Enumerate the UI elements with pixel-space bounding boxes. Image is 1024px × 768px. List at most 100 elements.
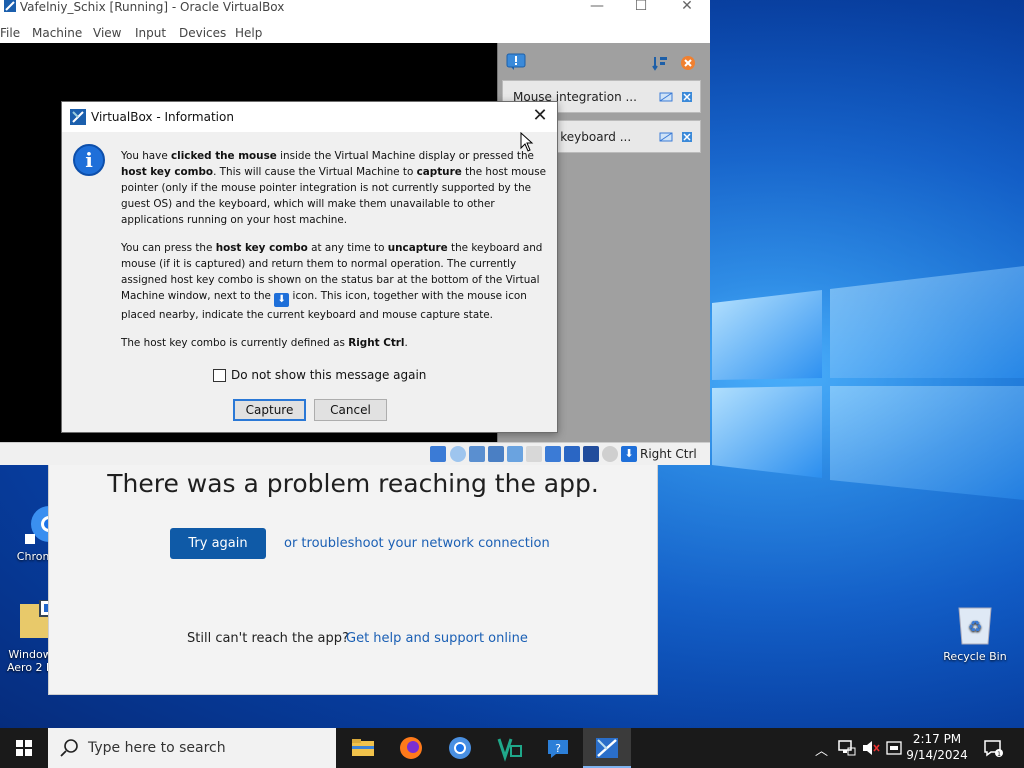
cancel-button[interactable]: Cancel <box>314 399 387 421</box>
action-center-icon[interactable]: 1 <box>983 739 1003 757</box>
message-paragraph-2: You can press the host key combo at any … <box>121 240 549 323</box>
network-icon[interactable] <box>488 446 504 462</box>
desktop-icon-recycle-bin[interactable]: ♻ Recycle Bin <box>940 602 1010 663</box>
optical-drive-icon[interactable] <box>450 446 466 462</box>
shared-folders-icon[interactable] <box>526 446 542 462</box>
firefox-icon <box>400 737 422 759</box>
do-not-show-icon[interactable] <box>659 91 673 103</box>
help-chat-icon: ? <box>548 740 568 758</box>
taskbar-file-explorer[interactable] <box>338 728 386 768</box>
desktop-icon-label: Recycle Bin <box>943 650 1007 663</box>
info-icon: i <box>73 144 105 176</box>
display-icon[interactable] <box>545 446 561 462</box>
recycle-bin-icon: ♻ <box>953 602 997 646</box>
message-text: at any time to <box>307 242 388 254</box>
vbox-title-text: Vafelniy_Schix [Running] - Oracle Virtua… <box>19 0 285 14</box>
volume-muted-icon[interactable] <box>862 740 880 756</box>
dismiss-icon[interactable] <box>681 91 693 103</box>
svg-text:♻: ♻ <box>968 617 982 636</box>
store-error-window: There was a problem reaching the app. Tr… <box>48 460 658 695</box>
chrome-icon <box>449 737 471 759</box>
try-again-button[interactable]: Try again <box>170 528 266 559</box>
dialog-close-button[interactable]: ✕ <box>529 106 551 128</box>
dialog-titlebar[interactable]: VirtualBox - Information ✕ <box>62 102 557 132</box>
vbox-menubar: File Machine View Input Devices Help <box>0 22 710 43</box>
minimize-button[interactable]: — <box>574 0 620 22</box>
dialog-title: VirtualBox - Information <box>91 110 234 124</box>
information-dialog: VirtualBox - Information ✕ i You have cl… <box>61 101 558 433</box>
svg-text:1: 1 <box>997 751 1001 757</box>
taskbar-vmware-app[interactable] <box>485 728 533 768</box>
still-cant-reach-text: Still can't reach the app? <box>187 631 349 646</box>
keyboard-language-icon[interactable] <box>886 740 902 756</box>
capture-button[interactable]: Capture <box>233 399 306 421</box>
taskbar-search-box[interactable]: Type here to search <box>48 728 336 768</box>
message-text: You have <box>121 150 172 162</box>
start-button[interactable] <box>0 728 48 768</box>
taskbar: Type here to search ? ︿ 2:17 PM 9/14/202… <box>0 728 1024 768</box>
recording-icon[interactable] <box>564 446 580 462</box>
message-bold: host key combo <box>215 242 308 254</box>
troubleshoot-link[interactable]: or troubleshoot your network connection <box>284 536 550 551</box>
taskbar-firefox[interactable] <box>387 728 435 768</box>
clock-date: 9/14/2024 <box>906 748 968 762</box>
search-placeholder: Type here to search <box>88 740 226 756</box>
mouse-integration-icon[interactable] <box>602 446 618 462</box>
do-not-show-label: Do not show this message again <box>231 368 427 382</box>
v-app-icon <box>497 738 522 762</box>
message-text: . This will cause the Virtual Machine to <box>213 166 417 178</box>
message-bold: clicked the mouse <box>171 150 277 162</box>
message-text: You can press the <box>121 242 216 254</box>
close-all-icon[interactable] <box>680 55 696 71</box>
message-text: The host key combo is currently defined … <box>121 337 349 349</box>
taskbar-clock[interactable]: 2:17 PM 9/14/2024 <box>906 731 968 763</box>
menu-input[interactable]: Input <box>135 26 166 40</box>
search-icon <box>60 739 78 757</box>
message-bold: host key combo <box>121 166 214 178</box>
dismiss-icon[interactable] <box>681 131 693 143</box>
do-not-show-icon[interactable] <box>659 131 673 143</box>
show-hidden-icons-chevron[interactable]: ︿ <box>815 740 828 759</box>
vbox-statusbar: ⬇ Right Ctrl <box>0 442 710 465</box>
folder-icon <box>8 599 57 644</box>
message-paragraph-3: The host key combo is currently defined … <box>121 335 549 351</box>
notification-center-icon[interactable] <box>506 53 526 71</box>
virtualbox-app-icon <box>70 109 86 125</box>
message-bold: Right Ctrl <box>348 337 405 349</box>
message-bold: uncapture <box>387 242 448 254</box>
taskbar-chrome[interactable] <box>436 728 484 768</box>
taskbar-help-app[interactable]: ? <box>534 728 582 768</box>
file-explorer-icon <box>352 739 374 756</box>
menu-file[interactable]: File <box>0 26 20 40</box>
menu-view[interactable]: View <box>93 26 121 40</box>
sort-icon[interactable] <box>652 55 668 71</box>
close-button[interactable]: ✕ <box>664 0 710 22</box>
svg-text:?: ? <box>555 742 561 755</box>
usb-icon[interactable] <box>507 446 523 462</box>
vbox-titlebar[interactable]: Vafelniy_Schix [Running] - Oracle Virtua… <box>0 0 710 22</box>
hard-disk-icon[interactable] <box>430 446 446 462</box>
cpu-icon[interactable] <box>583 446 599 462</box>
dialog-message: You have clicked the mouse inside the Vi… <box>121 148 549 363</box>
message-paragraph-1: You have clicked the mouse inside the Vi… <box>121 148 549 228</box>
message-bold: capture <box>416 166 462 178</box>
host-key-label: Right Ctrl <box>640 447 697 461</box>
host-key-icon[interactable]: ⬇ <box>621 446 637 462</box>
menu-help[interactable]: Help <box>235 26 262 40</box>
clock-time: 2:17 PM <box>912 732 962 746</box>
mouse-cursor-icon <box>520 132 534 152</box>
do-not-show-checkbox[interactable] <box>213 368 226 382</box>
virtualbox-taskbar-icon <box>596 738 618 758</box>
taskbar-virtualbox[interactable] <box>583 728 631 768</box>
maximize-button[interactable]: ☐ <box>618 0 664 22</box>
vbox-title: Vafelniy_Schix [Running] - Oracle Virtua… <box>4 0 284 14</box>
windows-start-icon <box>16 740 32 756</box>
message-text: inside the Virtual Machine display or pr… <box>276 150 534 162</box>
network-tray-icon[interactable] <box>838 740 856 756</box>
menu-machine[interactable]: Machine <box>32 26 82 40</box>
menu-devices[interactable]: Devices <box>179 26 226 40</box>
help-support-link[interactable]: Get help and support online <box>346 631 528 646</box>
virtualbox-app-icon <box>4 0 16 12</box>
do-not-show-again[interactable]: Do not show this message again <box>213 368 426 382</box>
audio-icon[interactable] <box>469 446 485 462</box>
